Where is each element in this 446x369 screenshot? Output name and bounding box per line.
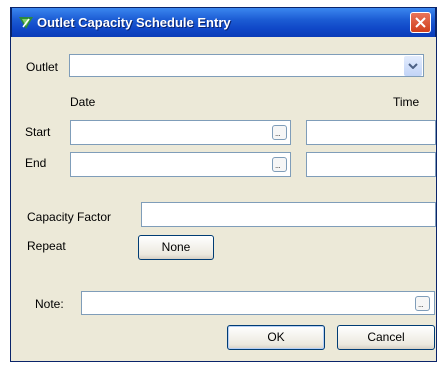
time-column-header: Time	[393, 95, 420, 109]
ellipsis-icon: ...	[275, 129, 281, 138]
outlet-dropdown-button[interactable]	[404, 56, 422, 76]
cancel-button[interactable]: Cancel	[337, 325, 435, 350]
ellipsis-icon: ...	[275, 161, 281, 170]
dialog-window: Outlet Capacity Schedule Entry Outlet Da…	[10, 7, 437, 362]
start-date-field[interactable]: ...	[70, 120, 291, 145]
title-bar[interactable]: Outlet Capacity Schedule Entry	[11, 7, 436, 37]
note-field[interactable]: ...	[81, 291, 435, 315]
date-column-header: Date	[70, 95, 96, 109]
start-date-picker-button[interactable]: ...	[272, 125, 287, 140]
start-time-field[interactable]	[306, 120, 436, 145]
end-label: End	[25, 156, 47, 170]
repeat-button[interactable]: None	[138, 235, 214, 260]
outlet-combobox[interactable]	[69, 54, 424, 77]
note-picker-button[interactable]: ...	[415, 296, 430, 311]
capacity-factor-field[interactable]	[141, 202, 436, 227]
end-date-picker-button[interactable]: ...	[272, 157, 287, 172]
ok-button[interactable]: OK	[227, 325, 325, 350]
outlet-label: Outlet	[26, 60, 59, 74]
chevron-down-icon	[408, 63, 418, 69]
close-button[interactable]	[410, 12, 431, 33]
repeat-label: Repeat	[27, 239, 66, 253]
window-title: Outlet Capacity Schedule Entry	[37, 15, 231, 30]
capacity-factor-label: Capacity Factor	[27, 210, 112, 224]
start-label: Start	[25, 125, 51, 139]
ellipsis-icon: ...	[418, 300, 424, 309]
close-icon	[415, 17, 426, 28]
end-time-field[interactable]	[306, 152, 436, 177]
app-icon	[19, 17, 33, 29]
end-date-field[interactable]: ...	[70, 152, 291, 177]
note-label: Note:	[35, 297, 64, 311]
